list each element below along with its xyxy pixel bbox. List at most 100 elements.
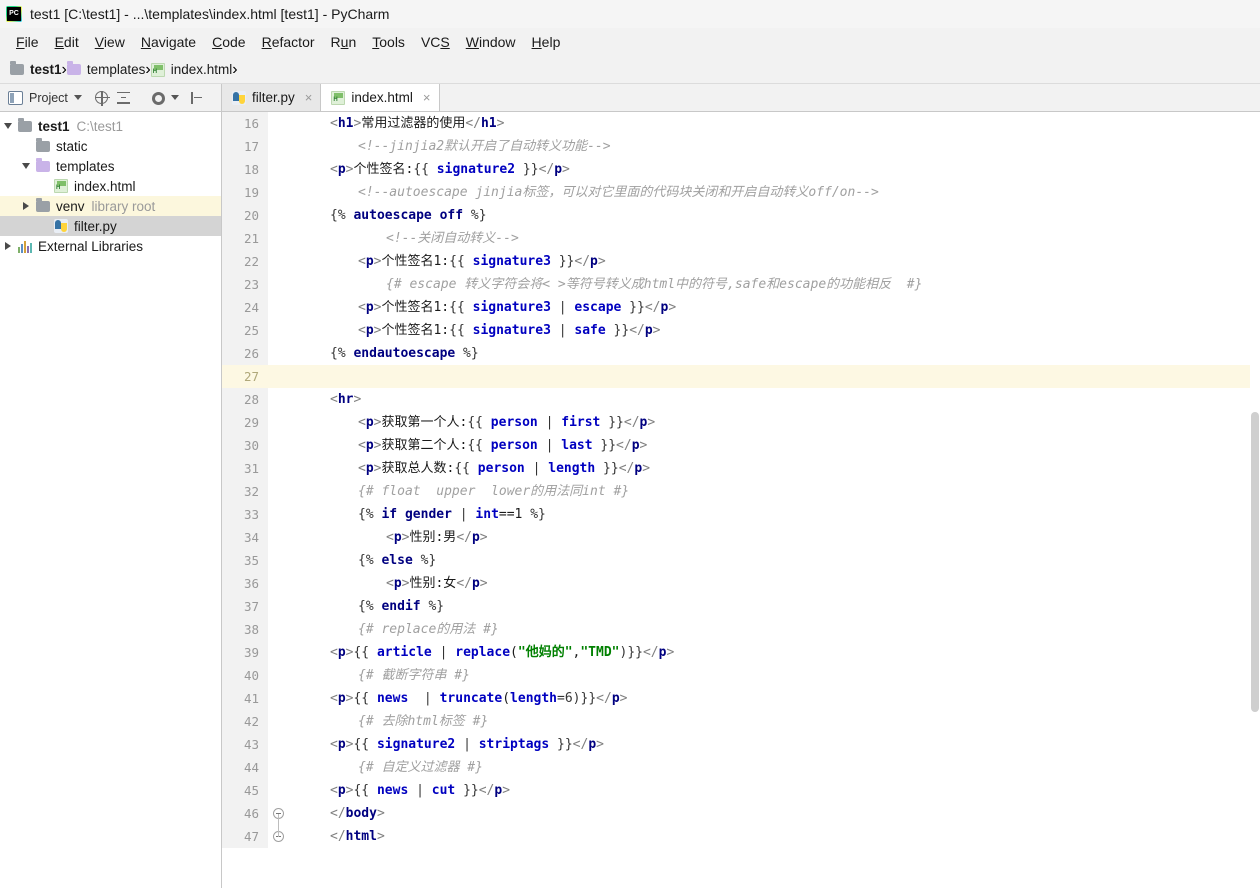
fold-gutter[interactable] <box>268 365 290 388</box>
fold-gutter[interactable] <box>268 112 290 135</box>
code-line[interactable]: 38 {# replace的用法 #} <box>222 618 1260 641</box>
code-line[interactable]: 44 {# 自定义过滤器 #} <box>222 756 1260 779</box>
menu-item-edit[interactable]: Edit <box>47 32 87 52</box>
menu-item-vcs[interactable]: VCS <box>413 32 458 52</box>
menu-item-window[interactable]: Window <box>458 32 524 52</box>
tree-item-filter-py[interactable]: filter.py <box>0 216 221 236</box>
fold-gutter[interactable] <box>268 319 290 342</box>
code-line[interactable]: 37 {% endif %} <box>222 595 1260 618</box>
code-line[interactable]: 39 <p>{{ article | replace("他妈的","TMD")}}… <box>222 641 1260 664</box>
close-icon[interactable]: × <box>305 90 313 105</box>
fold-gutter[interactable] <box>268 204 290 227</box>
code-line[interactable]: 41 <p>{{ news | truncate(length=6)}}</p> <box>222 687 1260 710</box>
fold-gutter[interactable] <box>268 572 290 595</box>
code-line[interactable]: 26 {% endautoescape %} <box>222 342 1260 365</box>
menu-item-run[interactable]: Run <box>323 32 365 52</box>
code-line[interactable]: 17 <!--jinjia2默认开启了自动转义功能--> <box>222 135 1260 158</box>
close-icon[interactable]: × <box>423 90 431 105</box>
fold-gutter[interactable] <box>268 641 290 664</box>
code-line[interactable]: 40 {# 截断字符串 #} <box>222 664 1260 687</box>
code-line[interactable]: 45 <p>{{ news | cut }}</p> <box>222 779 1260 802</box>
fold-gutter[interactable] <box>268 250 290 273</box>
menu-item-help[interactable]: Help <box>524 32 569 52</box>
code-line[interactable]: 29 <p>获取第一个人:{{ person | first }}</p> <box>222 411 1260 434</box>
editor-vertical-scrollbar[interactable] <box>1250 112 1260 888</box>
collapse-all-icon[interactable] <box>116 90 132 106</box>
code-line[interactable]: 35 {% else %} <box>222 549 1260 572</box>
tree-item-templates[interactable]: templates <box>0 156 221 176</box>
gear-icon[interactable] <box>151 90 167 106</box>
editor-tab-index-html[interactable]: Hindex.html × <box>321 84 440 111</box>
fold-gutter[interactable] <box>268 802 290 825</box>
code-line[interactable]: 20 {% autoescape off %} <box>222 204 1260 227</box>
code-line[interactable]: 24 <p>个性签名1:{{ signature3 | escape }}</p> <box>222 296 1260 319</box>
code-line[interactable]: 43 <p>{{ signature2 | striptags }}</p> <box>222 733 1260 756</box>
fold-gutter[interactable] <box>268 342 290 365</box>
code-line[interactable]: 19 <!--autoescape jinjia标签，可以对它里面的代码块关闭和开… <box>222 181 1260 204</box>
fold-gutter[interactable] <box>268 526 290 549</box>
code-line[interactable]: 33 {% if gender | int==1 %} <box>222 503 1260 526</box>
menu-item-code[interactable]: Code <box>204 32 253 52</box>
fold-gutter[interactable] <box>268 733 290 756</box>
project-tool-header[interactable]: Project <box>0 84 222 111</box>
fold-gutter[interactable] <box>268 779 290 802</box>
tree-item-venv[interactable]: venv library root <box>0 196 221 216</box>
editor-tab-filter-py[interactable]: filter.py × <box>222 84 322 111</box>
code-editor[interactable]: 16 <h1>常用过滤器的使用</h1> 17 <!--jinjia2默认开启了自动转… <box>222 112 1260 888</box>
fold-gutter[interactable] <box>268 296 290 319</box>
fold-gutter[interactable] <box>268 664 290 687</box>
fold-gutter[interactable] <box>268 618 290 641</box>
code-line[interactable]: 21 <!--关闭自动转义--> <box>222 227 1260 250</box>
code-line[interactable]: 46 </body> <box>222 802 1260 825</box>
menu-item-view[interactable]: View <box>87 32 133 52</box>
code-line[interactable]: 23 {# escape 转义字符会将< >等符号转义成html中的符号,safe… <box>222 273 1260 296</box>
scrollbar-thumb[interactable] <box>1251 412 1259 712</box>
fold-gutter[interactable] <box>268 480 290 503</box>
breadcrumb-item-test1[interactable]: test1 <box>10 61 62 77</box>
code-line[interactable]: 34 <p>性别:男</p> <box>222 526 1260 549</box>
chevron-down-icon[interactable] <box>73 95 82 100</box>
code-line[interactable]: 25 <p>个性签名1:{{ signature3 | safe }}</p> <box>222 319 1260 342</box>
menu-item-tools[interactable]: Tools <box>364 32 413 52</box>
code-line[interactable]: 18 <p>个性签名:{{ signature2 }}</p> <box>222 158 1260 181</box>
fold-gutter[interactable] <box>268 687 290 710</box>
fold-gutter[interactable] <box>268 457 290 480</box>
chevron-down-icon[interactable] <box>18 163 34 169</box>
menu-item-navigate[interactable]: Navigate <box>133 32 204 52</box>
tree-item-index-html[interactable]: Hindex.html <box>0 176 221 196</box>
gear-dropdown-chevron-icon[interactable] <box>170 95 179 100</box>
chevron-down-icon[interactable] <box>0 123 16 129</box>
fold-gutter[interactable] <box>268 411 290 434</box>
fold-gutter[interactable] <box>268 595 290 618</box>
code-line[interactable]: 32 {# float upper lower的用法同int #} <box>222 480 1260 503</box>
code-line[interactable]: 36 <p>性别:女</p> <box>222 572 1260 595</box>
chevron-right-icon[interactable] <box>18 202 34 210</box>
code-line[interactable]: 30 <p>获取第二个人:{{ person | last }}</p> <box>222 434 1260 457</box>
code-line[interactable]: 31 <p>获取总人数:{{ person | length }}</p> <box>222 457 1260 480</box>
code-line[interactable]: 47 </html> <box>222 825 1260 848</box>
code-line[interactable]: 16 <h1>常用过滤器的使用</h1> <box>222 112 1260 135</box>
fold-gutter[interactable] <box>268 181 290 204</box>
fold-gutter[interactable] <box>268 549 290 572</box>
code-line[interactable]: 42 {# 去除html标签 #} <box>222 710 1260 733</box>
fold-gutter[interactable] <box>268 273 290 296</box>
fold-gutter[interactable] <box>268 158 290 181</box>
menu-item-file[interactable]: File <box>8 32 47 52</box>
fold-gutter[interactable] <box>268 503 290 526</box>
breadcrumb-item-index-html[interactable]: Hindex.html <box>150 62 232 77</box>
fold-gutter[interactable] <box>268 388 290 411</box>
fold-gutter[interactable] <box>268 227 290 250</box>
chevron-right-icon[interactable] <box>0 242 16 250</box>
breadcrumb-item-templates[interactable]: templates <box>66 61 145 77</box>
menu-item-refactor[interactable]: Refactor <box>254 32 323 52</box>
fold-gutter[interactable] <box>268 756 290 779</box>
hide-panel-icon[interactable] <box>189 90 205 106</box>
fold-gutter[interactable] <box>268 434 290 457</box>
project-tree-panel[interactable]: test1 C:\test1 static templates Hindex.html v… <box>0 112 222 888</box>
tree-item-external-libraries[interactable]: External Libraries <box>0 236 221 256</box>
tree-item-test1[interactable]: test1 C:\test1 <box>0 116 221 136</box>
code-line[interactable]: 28 <hr> <box>222 388 1260 411</box>
fold-gutter[interactable] <box>268 710 290 733</box>
locate-target-icon[interactable] <box>94 90 110 106</box>
tree-item-static[interactable]: static <box>0 136 221 156</box>
